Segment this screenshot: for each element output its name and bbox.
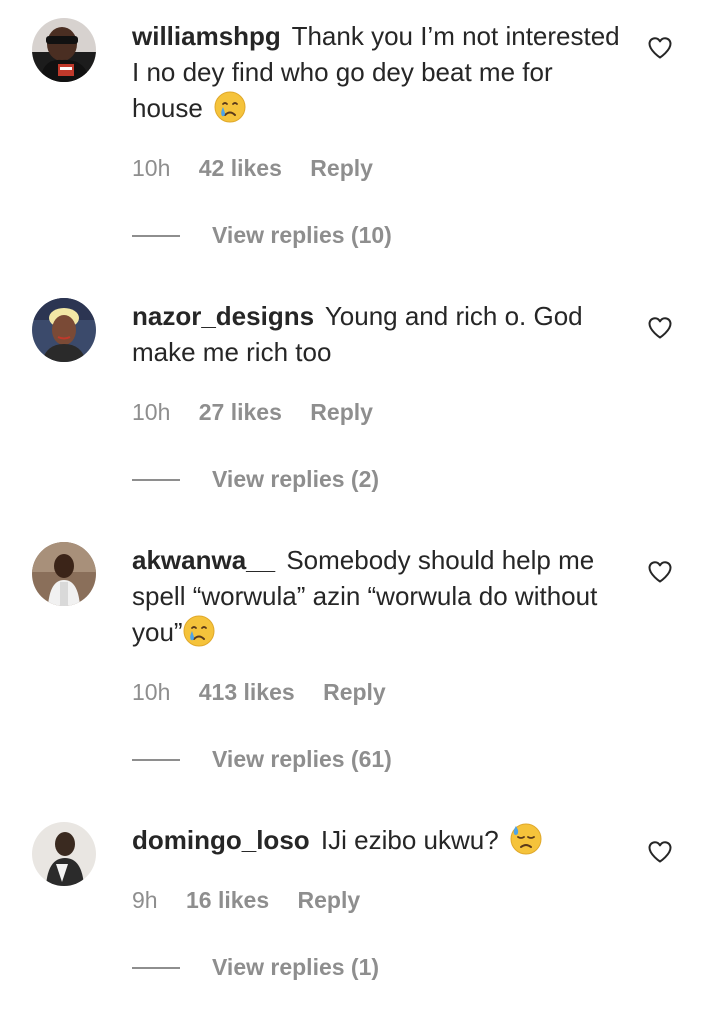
heart-outline-icon[interactable] [647,315,673,341]
avatar[interactable] [32,542,96,606]
comment-likes[interactable]: 16 likes [186,887,269,913]
comment-time: 10h [132,399,171,425]
replies-divider [132,967,180,969]
comment-meta: 10h 27 likes Reply [132,397,373,427]
view-replies-button[interactable]: View replies (61) [212,744,392,774]
reply-button[interactable]: Reply [310,155,373,181]
comment-time: 10h [132,679,171,705]
comment-text: domingo_loso IJi ezibo ukwu? [132,822,622,858]
view-replies-button[interactable]: View replies (2) [212,464,379,494]
replies-divider [132,235,180,237]
comment-meta: 9h 16 likes Reply [132,885,360,915]
comment-username[interactable]: nazor_designs [132,301,314,331]
avatar[interactable] [32,298,96,362]
reply-button[interactable]: Reply [310,399,373,425]
comment-username[interactable]: williamshpg [132,21,281,51]
comment-text: akwanwa__ Somebody should help me spell … [132,542,622,650]
crying-face-emoji [183,615,215,647]
comment-username[interactable]: akwanwa__ [132,545,275,575]
comment-username[interactable]: domingo_loso [132,825,310,855]
comment-likes[interactable]: 42 likes [199,155,282,181]
comment-likes[interactable]: 413 likes [199,679,295,705]
view-replies-button[interactable]: View replies (1) [212,952,379,982]
downcast-face-with-sweat-emoji [510,823,542,855]
comment-body: IJi ezibo ukwu? [320,825,499,855]
comment-time: 9h [132,887,158,913]
crying-face-emoji [214,91,246,123]
reply-button[interactable]: Reply [323,679,386,705]
comment-likes[interactable]: 27 likes [199,399,282,425]
heart-outline-icon[interactable] [647,839,673,865]
comment-meta: 10h 413 likes Reply [132,677,386,707]
comment-time: 10h [132,155,171,181]
comment-meta: 10h 42 likes Reply [132,153,373,183]
reply-button[interactable]: Reply [298,887,361,913]
view-replies-button[interactable]: View replies (10) [212,220,392,250]
replies-divider [132,759,180,761]
heart-outline-icon[interactable] [647,559,673,585]
replies-divider [132,479,180,481]
comment-text: nazor_designs Young and rich o. God make… [132,298,622,370]
avatar[interactable] [32,18,96,82]
comment-text: williamshpg Thank you I’m not interested… [132,18,622,126]
avatar[interactable] [32,822,96,886]
heart-outline-icon[interactable] [647,35,673,61]
